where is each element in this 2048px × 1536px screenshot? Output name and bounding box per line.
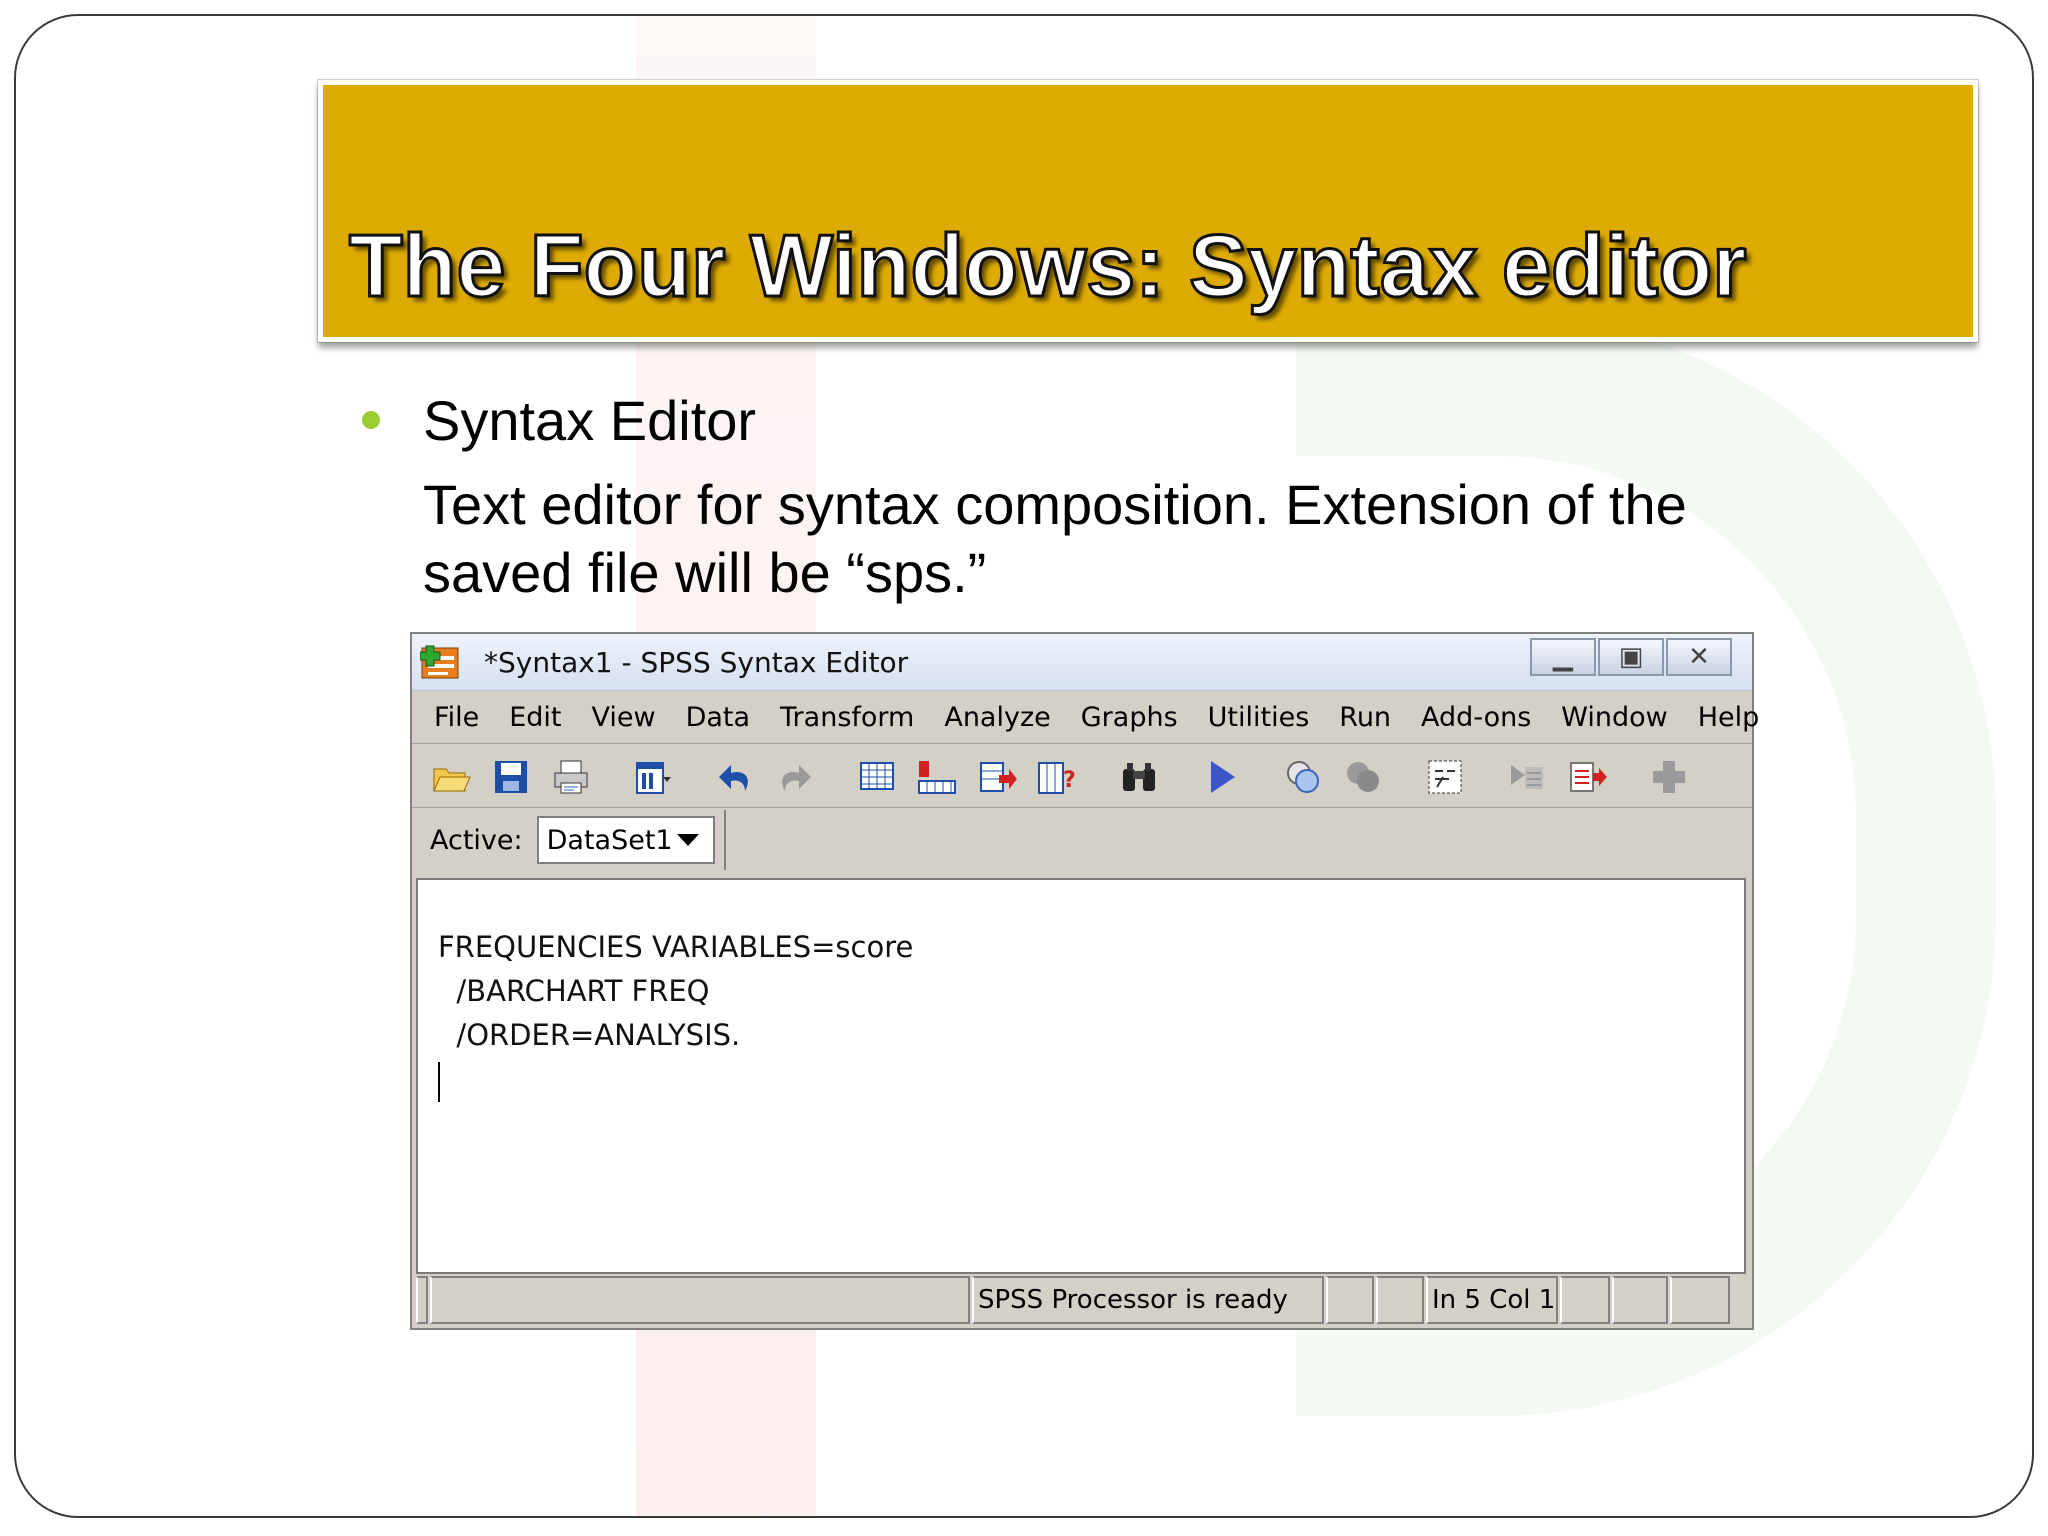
variables-button[interactable]: ? bbox=[1034, 754, 1080, 800]
window-title: *Syntax1 - SPSS Syntax Editor bbox=[484, 646, 909, 679]
status-bar: SPSS Processor is ready In 5 Col 1 bbox=[416, 1276, 1748, 1324]
goto-data-icon bbox=[860, 761, 894, 790]
status-cell bbox=[1612, 1276, 1668, 1324]
minimize-button[interactable]: ▁ bbox=[1530, 638, 1596, 676]
status-cell bbox=[1376, 1276, 1424, 1324]
save-button[interactable] bbox=[488, 754, 534, 800]
bookmark-icon bbox=[1287, 760, 1319, 793]
output-icon bbox=[1570, 761, 1607, 792]
active-dataset-value: DataSet1 bbox=[546, 824, 673, 856]
add-button[interactable] bbox=[1646, 754, 1692, 800]
menu-analyze[interactable]: Analyze bbox=[944, 702, 1050, 733]
insert-variable-icon bbox=[980, 761, 1017, 792]
variables-icon: ? bbox=[1038, 761, 1076, 794]
redo-button[interactable] bbox=[772, 754, 818, 800]
spss-syntax-window: *Syntax1 - SPSS Syntax Editor ▁ ▣ ✕ File… bbox=[410, 632, 1759, 1330]
spss-app-icon bbox=[420, 645, 459, 679]
maximize-icon: ▣ bbox=[1618, 642, 1644, 672]
comment-icon bbox=[1347, 761, 1379, 792]
goto-case-button[interactable] bbox=[914, 754, 960, 800]
bullet-dot-icon bbox=[362, 411, 380, 429]
menu-edit[interactable]: Edit bbox=[509, 702, 561, 733]
dialog-recall-icon bbox=[636, 761, 671, 794]
maximize-button[interactable]: ▣ bbox=[1598, 638, 1664, 676]
bullet-body: Text editor for syntax composition. Exte… bbox=[423, 473, 1687, 604]
active-dataset-bar: Active: DataSet1 bbox=[412, 810, 726, 870]
status-processor: SPSS Processor is ready bbox=[972, 1276, 1324, 1324]
bullet-heading: Syntax Editor bbox=[423, 389, 757, 452]
status-cell bbox=[1560, 1276, 1610, 1324]
menu-bar: File Edit View Data Transform Analyze Gr… bbox=[412, 692, 1759, 744]
dialog-recall-button[interactable] bbox=[630, 754, 676, 800]
slide-title-bar: The Four Windows: Syntax editor bbox=[318, 80, 1978, 342]
add-icon bbox=[1653, 760, 1685, 793]
menu-add-ons[interactable]: Add-ons bbox=[1421, 702, 1531, 733]
find-button[interactable] bbox=[1116, 754, 1162, 800]
syntax-line: /ORDER=ANALYSIS. bbox=[438, 1018, 741, 1052]
svg-text:?: ? bbox=[1063, 768, 1076, 793]
syntax-line: /BARCHART FREQ bbox=[438, 974, 710, 1008]
save-icon bbox=[495, 760, 527, 793]
undo-icon bbox=[719, 764, 748, 791]
open-button[interactable] bbox=[428, 754, 474, 800]
redo-icon bbox=[782, 764, 811, 791]
goto-data-button[interactable] bbox=[854, 754, 900, 800]
syntax-help-button[interactable] bbox=[1422, 754, 1468, 800]
status-cell bbox=[1670, 1276, 1730, 1324]
menu-transform[interactable]: Transform bbox=[780, 702, 914, 733]
menu-view[interactable]: View bbox=[591, 702, 655, 733]
status-position: In 5 Col 1 bbox=[1426, 1276, 1558, 1324]
text-caret bbox=[438, 1062, 440, 1102]
insert-variable-button[interactable] bbox=[974, 754, 1020, 800]
slide-title: The Four Windows: Syntax editor bbox=[347, 215, 1747, 317]
print-button[interactable] bbox=[548, 754, 594, 800]
menu-run[interactable]: Run bbox=[1339, 702, 1391, 733]
print-icon bbox=[554, 760, 588, 793]
run-button[interactable] bbox=[1198, 754, 1244, 800]
open-icon bbox=[433, 768, 471, 791]
syntax-help-icon bbox=[1428, 760, 1462, 793]
goto-case-icon bbox=[918, 760, 956, 794]
find-icon bbox=[1123, 762, 1155, 791]
syntax-editor[interactable]: FREQUENCIES VARIABLES=score /BARCHART FR… bbox=[416, 878, 1746, 1274]
menu-help[interactable]: Help bbox=[1698, 702, 1760, 733]
indent-button[interactable] bbox=[1504, 754, 1550, 800]
output-button[interactable] bbox=[1564, 754, 1610, 800]
close-button[interactable]: ✕ bbox=[1666, 638, 1732, 676]
minimize-icon: ▁ bbox=[1553, 642, 1573, 672]
indent-icon bbox=[1511, 764, 1543, 789]
active-dataset-select[interactable]: DataSet1 bbox=[536, 816, 715, 864]
undo-button[interactable] bbox=[712, 754, 758, 800]
close-icon: ✕ bbox=[1688, 642, 1710, 672]
window-title-bar[interactable]: *Syntax1 - SPSS Syntax Editor ▁ ▣ ✕ bbox=[412, 634, 1752, 691]
comment-button[interactable] bbox=[1340, 754, 1386, 800]
menu-window[interactable]: Window bbox=[1561, 702, 1667, 733]
chevron-down-icon bbox=[676, 834, 699, 846]
menu-utilities[interactable]: Utilities bbox=[1208, 702, 1310, 733]
syntax-line: FREQUENCIES VARIABLES=score bbox=[438, 930, 914, 964]
status-cell bbox=[1326, 1276, 1374, 1324]
menu-graphs[interactable]: Graphs bbox=[1081, 702, 1178, 733]
active-label: Active: bbox=[430, 824, 523, 856]
caret-line bbox=[438, 1062, 1744, 1106]
menu-file[interactable]: File bbox=[434, 702, 479, 733]
status-cell bbox=[430, 1276, 970, 1324]
bookmark-button[interactable] bbox=[1280, 754, 1326, 800]
run-icon bbox=[1211, 760, 1235, 793]
menu-data[interactable]: Data bbox=[686, 702, 750, 733]
status-cell bbox=[416, 1276, 428, 1324]
toolbar: ? bbox=[412, 746, 1752, 808]
